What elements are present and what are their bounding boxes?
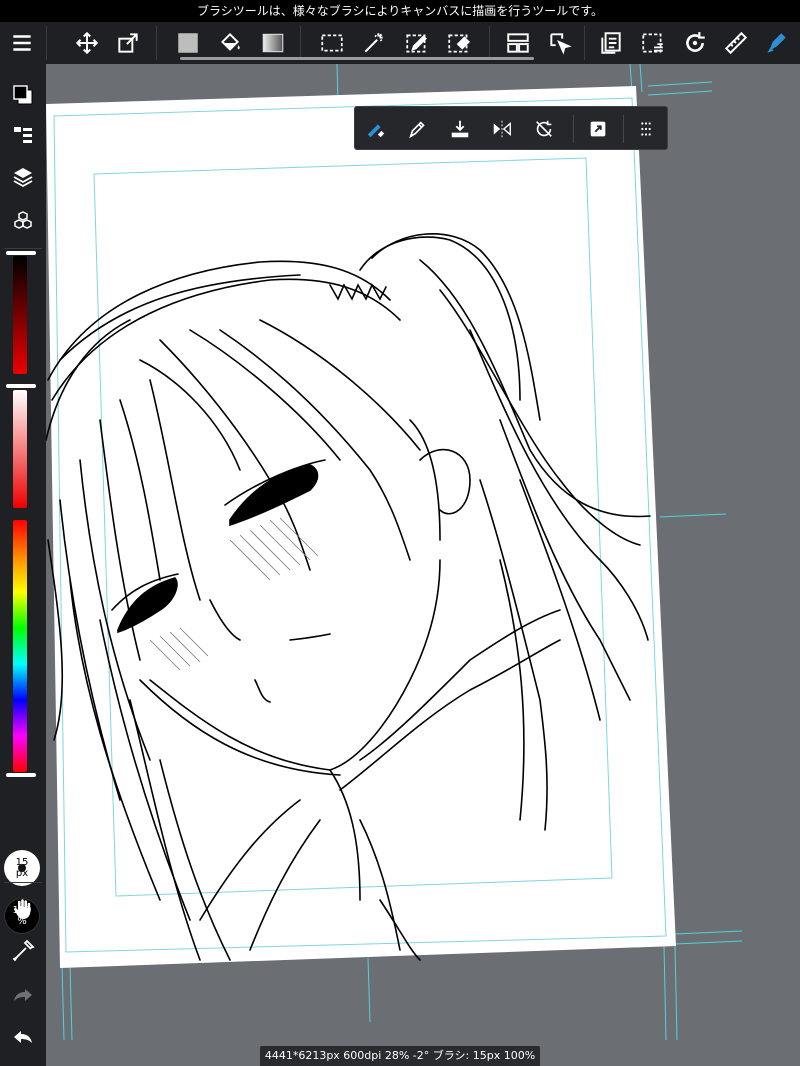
brush-eraser-icon[interactable] bbox=[359, 112, 393, 146]
drawing-canvas[interactable] bbox=[46, 64, 800, 1066]
panel-layout-icon[interactable] bbox=[501, 26, 535, 60]
copy-icon[interactable] bbox=[594, 26, 628, 60]
saturation-slider-handle[interactable] bbox=[6, 384, 36, 388]
rotate-lock-icon[interactable] bbox=[527, 112, 561, 146]
pen-icon[interactable] bbox=[401, 112, 435, 146]
eyedropper-icon[interactable] bbox=[6, 934, 40, 968]
menu-icon[interactable] bbox=[5, 26, 39, 60]
undo-icon[interactable] bbox=[6, 1020, 40, 1054]
select-pen-icon[interactable] bbox=[400, 26, 434, 60]
floatbar-divider bbox=[573, 115, 574, 143]
hand-icon[interactable] bbox=[6, 892, 40, 926]
brush-size-button[interactable]: 15 px bbox=[4, 850, 40, 886]
gradient-icon[interactable] bbox=[256, 26, 290, 60]
magic-wand-icon[interactable] bbox=[357, 26, 391, 60]
floatbar-divider bbox=[623, 115, 624, 143]
toolbar-divider bbox=[489, 26, 490, 60]
toolbar-divider bbox=[300, 26, 301, 60]
move-icon[interactable] bbox=[70, 26, 104, 60]
left-sidebar: 15 px 100 % bbox=[0, 64, 46, 1066]
sidebar-divider bbox=[4, 882, 42, 883]
redo-icon[interactable] bbox=[6, 978, 40, 1012]
value-slider-handle[interactable] bbox=[6, 251, 36, 255]
select-layer-icon[interactable] bbox=[543, 26, 577, 60]
hue-slider-handle[interactable] bbox=[6, 773, 36, 777]
bucket-icon[interactable] bbox=[213, 26, 247, 60]
select-rect-icon[interactable] bbox=[315, 26, 349, 60]
fill-color-icon[interactable] bbox=[171, 26, 205, 60]
tool-tip: ブラシツールは、様々なブラシによりキャンバスに描画を行うツールです。 bbox=[0, 0, 800, 22]
value-slider[interactable] bbox=[13, 256, 27, 374]
brush-quick-bar bbox=[354, 106, 668, 150]
toolbar-divider bbox=[156, 26, 157, 60]
grid-menu-icon[interactable] bbox=[629, 112, 663, 146]
ruler-icon[interactable] bbox=[719, 26, 753, 60]
clear-icon[interactable] bbox=[636, 26, 670, 60]
expand-icon[interactable] bbox=[581, 112, 615, 146]
select-eraser-icon[interactable] bbox=[442, 26, 476, 60]
saturation-slider[interactable] bbox=[13, 390, 27, 508]
toolbar-scroll-indicator bbox=[180, 57, 534, 60]
materials-icon[interactable] bbox=[6, 204, 40, 238]
mirror-icon[interactable] bbox=[485, 112, 519, 146]
snap-icon[interactable] bbox=[443, 112, 477, 146]
canvas-area[interactable] bbox=[46, 64, 800, 1066]
brush-preview-dot bbox=[18, 864, 26, 872]
rotate-icon[interactable] bbox=[678, 26, 712, 60]
color-swatch-icon[interactable] bbox=[6, 78, 40, 112]
brush-icon[interactable] bbox=[760, 26, 794, 60]
toolbar-divider bbox=[584, 26, 585, 60]
app: ブラシツールは、様々なブラシによりキャンバスに描画を行うツールです。 15 px… bbox=[0, 0, 800, 1066]
brush-list-icon[interactable] bbox=[6, 118, 40, 152]
layers-icon[interactable] bbox=[6, 160, 40, 194]
toolbar-divider bbox=[46, 26, 47, 60]
hue-slider[interactable] bbox=[13, 520, 27, 772]
canvas-status: 4441*6213px 600dpi 28% -2° ブラシ: 15px 100… bbox=[260, 1046, 540, 1066]
transform-icon[interactable] bbox=[111, 26, 145, 60]
canvas-page bbox=[46, 86, 676, 968]
sidebar-divider bbox=[4, 248, 42, 249]
